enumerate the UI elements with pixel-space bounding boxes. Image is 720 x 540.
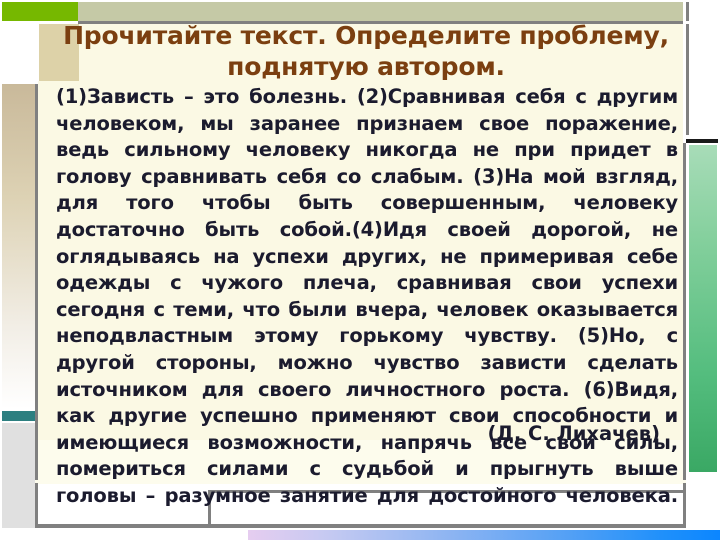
left-strip-border <box>35 84 38 524</box>
teal-accent-bar <box>2 411 35 421</box>
slide-canvas: Прочитайте текст. Определите проблему, п… <box>0 0 720 540</box>
bottom-blue-gradient-bar <box>248 530 720 540</box>
left-gradient-strip <box>2 84 35 409</box>
green-column-top-rule <box>686 139 718 143</box>
bottom-left-stub <box>0 528 35 540</box>
right-green-gradient-column <box>689 145 717 472</box>
grey-box-decoration <box>2 423 35 528</box>
slide-title: Прочитайте текст. Определите проблему, п… <box>63 21 669 81</box>
green-column-border <box>683 143 686 528</box>
green-tab-decoration <box>2 2 78 21</box>
top-right-white-block <box>686 2 718 21</box>
olive-top-strip <box>78 2 683 21</box>
upper-right-white-block <box>686 24 718 135</box>
slide-attribution: (Д. С. Лихачев) <box>487 422 660 445</box>
bottom-white-gap <box>35 528 248 540</box>
